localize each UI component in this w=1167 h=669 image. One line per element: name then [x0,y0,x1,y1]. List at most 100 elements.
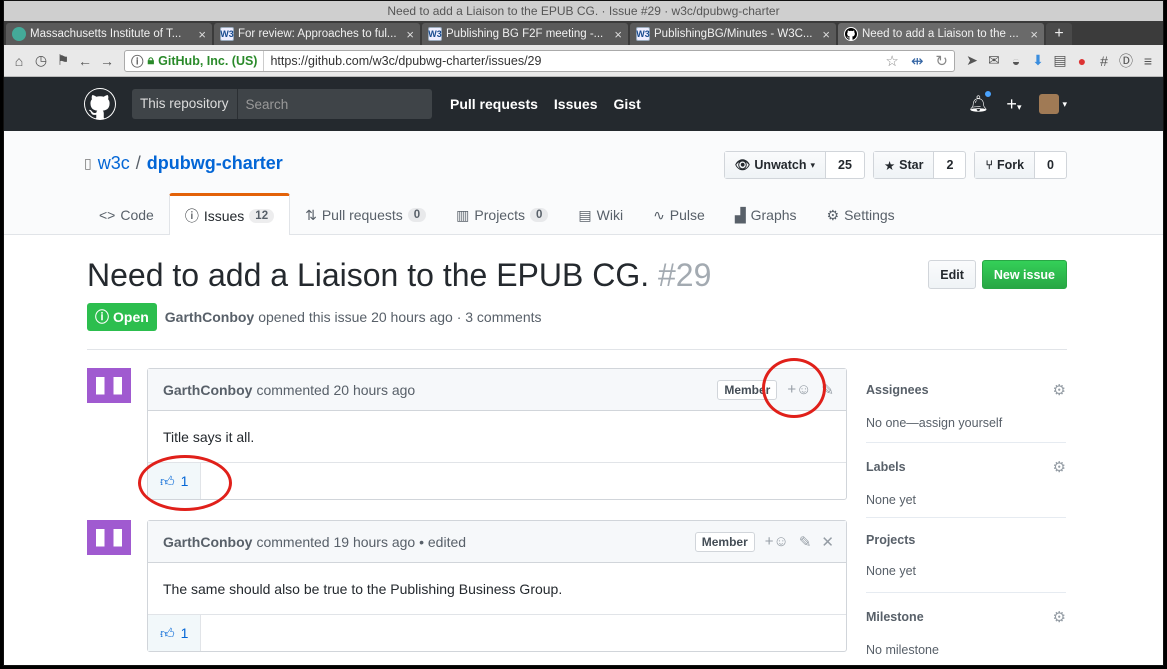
download-icon[interactable]: ⬇ [1027,50,1049,72]
star-button[interactable]: ★ Star [873,152,935,178]
reader-icon[interactable]: ⇹ [905,52,930,70]
github-favicon-icon [844,27,858,41]
new-issue-button[interactable]: New issue [981,260,1067,289]
add-reaction-icon[interactable]: +☺ [765,533,789,550]
page-icon[interactable]: ▤ [1049,50,1071,72]
w3c-favicon-icon: W3 [220,27,234,41]
tab-code[interactable]: <> Code [84,195,169,235]
issues-counter: 12 [249,208,275,223]
tab-label: Pull requests [321,207,403,223]
repo-owner-link[interactable]: w3c [98,153,130,174]
star-label: Star [899,158,924,172]
assign-yourself-link[interactable]: No one—assign yourself [866,416,1066,430]
gear-icon[interactable]: ⚙ [1053,381,1066,399]
close-tab-icon[interactable]: × [1030,27,1038,42]
eye-icon: 👁︎ [734,157,751,172]
pocket-icon[interactable]: ◒ [1005,50,1027,72]
forward-icon[interactable]: → [96,50,118,72]
bookmark-flag-icon[interactable]: ⚑ [52,50,74,72]
browser-tab-minutes[interactable]: W3 PublishingBG/Minutes - W3C... × [630,23,836,45]
avatar[interactable] [87,520,131,564]
browser-tab-mit[interactable]: Massachusetts Institute of T... × [6,23,212,45]
nav-issues[interactable]: Issues [554,96,598,112]
create-new-dropdown[interactable]: +▾ [1006,94,1021,115]
d-extension-icon[interactable]: Ⓓ [1115,50,1137,72]
hash-icon[interactable]: # [1093,50,1115,72]
nav-gist[interactable]: Gist [614,96,641,112]
star-count[interactable]: 2 [934,152,965,178]
comment-author-link[interactable]: GarthConboy [163,534,252,550]
url-text[interactable]: https://github.com/w3c/dpubwg-charter/is… [264,54,879,68]
tab-wiki[interactable]: ▤ Wiki [563,195,638,235]
menu-icon[interactable]: ≡ [1137,50,1159,72]
watch-count[interactable]: 25 [826,152,864,178]
search-input[interactable] [237,89,418,119]
pull-requests-counter: 0 [407,208,427,222]
tab-issues[interactable]: ⓘ Issues 12 [168,193,291,235]
tab-label: Pulse [669,207,705,223]
browser-tab-issue[interactable]: Need to add a Liaison to the ... × [838,23,1044,45]
comment-timestamp: commented 19 hours ago • edited [256,533,467,550]
edit-button[interactable]: Edit [928,260,976,289]
browser-tab-f2f[interactable]: W3 Publishing BG F2F meeting -... × [422,23,628,45]
extension-icon[interactable]: ● [1071,50,1093,72]
sidebar-value: No milestone [866,643,939,657]
thumbs-up-reaction-button[interactable]: 👍︎ 1 [148,615,202,651]
status-badge: ⓘ Open [87,303,157,331]
browser-window: Need to add a Liaison to the EPUB CG. · … [3,0,1164,666]
repo-icon: ▯ [84,155,92,171]
notifications-bell-icon[interactable]: 🔔︎ [968,90,993,114]
search-scope-label: This repository [132,89,238,119]
unread-dot [984,90,993,98]
nav-pull-requests[interactable]: Pull requests [450,96,538,112]
gear-icon[interactable]: ⚙ [1053,608,1066,626]
github-logo-icon[interactable] [84,88,116,120]
pencil-icon[interactable]: ✎ [799,533,812,551]
star-icon: ★ [883,158,896,173]
close-tab-icon[interactable]: × [198,27,206,42]
close-tab-icon[interactable]: × [614,27,622,42]
tab-settings[interactable]: ⚙ Settings [812,195,910,235]
comment-author-link[interactable]: GarthConboy [163,382,252,398]
tab-label: Wiki [596,207,624,223]
bookmark-star-icon[interactable]: ☆ [879,52,904,70]
close-tab-icon[interactable]: × [822,27,830,42]
issue-opened-icon: ⓘ [95,309,109,325]
browser-tab-review[interactable]: W3 For review: Approaches to ful... × [214,23,420,45]
window-title: Need to add a Liaison to the EPUB CG. · … [4,1,1163,21]
fork-count[interactable]: 0 [1035,152,1066,178]
tab-pull-requests[interactable]: ⇅ Pull requests 0 [290,195,441,235]
thumbs-up-icon: 👍︎ [160,624,175,641]
tab-graphs[interactable]: ▟ Graphs [720,195,812,235]
repo-header: ▯ w3c / dpubwg-charter 👁︎ Unwatch ▾ 25 ★… [4,131,1163,235]
tab-projects[interactable]: ▥ Projects 0 [441,195,563,235]
sidebar-milestone: Milestone ⚙ No milestone [866,608,1066,665]
mail-icon[interactable]: ✉ [983,50,1005,72]
gear-icon[interactable]: ⚙ [1053,458,1066,476]
url-bar[interactable]: ⓘ 🔒︎ GitHub, Inc. (US) https://github.co… [124,49,955,72]
mit-favicon-icon [12,27,26,41]
watch-group: 👁︎ Unwatch ▾ 25 [723,151,865,179]
repo-title: ▯ w3c / dpubwg-charter [84,153,283,174]
issue-title: Need to add a Liaison to the EPUB CG. #2… [87,257,711,294]
back-icon[interactable]: ← [74,50,96,72]
repo-name-link[interactable]: dpubwg-charter [147,153,283,174]
user-menu[interactable]: ▾ [1039,94,1067,114]
issue-author-link[interactable]: GarthConboy [165,309,254,325]
comment-body: Title says it all. [148,411,846,463]
issue-comment: GarthConboy commented 20 hours ago Membe… [147,368,847,500]
fork-button[interactable]: ⑂ Fork [975,152,1036,178]
unwatch-button[interactable]: 👁︎ Unwatch ▾ [724,152,827,178]
repo-nav: <> Code ⓘ Issues 12 ⇅ Pull requests 0 ▥ Projec… [84,193,910,235]
send-icon[interactable]: ➤ [961,50,983,72]
new-tab-button[interactable]: + [1046,23,1072,45]
close-tab-icon[interactable]: × [406,27,414,42]
reload-icon[interactable]: ↻ [929,52,954,70]
tab-pulse[interactable]: ∿ Pulse [638,195,720,235]
history-icon[interactable]: ◷ [30,50,52,72]
home-icon[interactable]: ⌂ [8,50,30,72]
info-icon: ⓘ [131,55,144,69]
close-icon[interactable]: ✕ [821,533,834,551]
avatar[interactable] [87,368,131,412]
site-security[interactable]: ⓘ 🔒︎ GitHub, Inc. (US) [125,50,265,71]
